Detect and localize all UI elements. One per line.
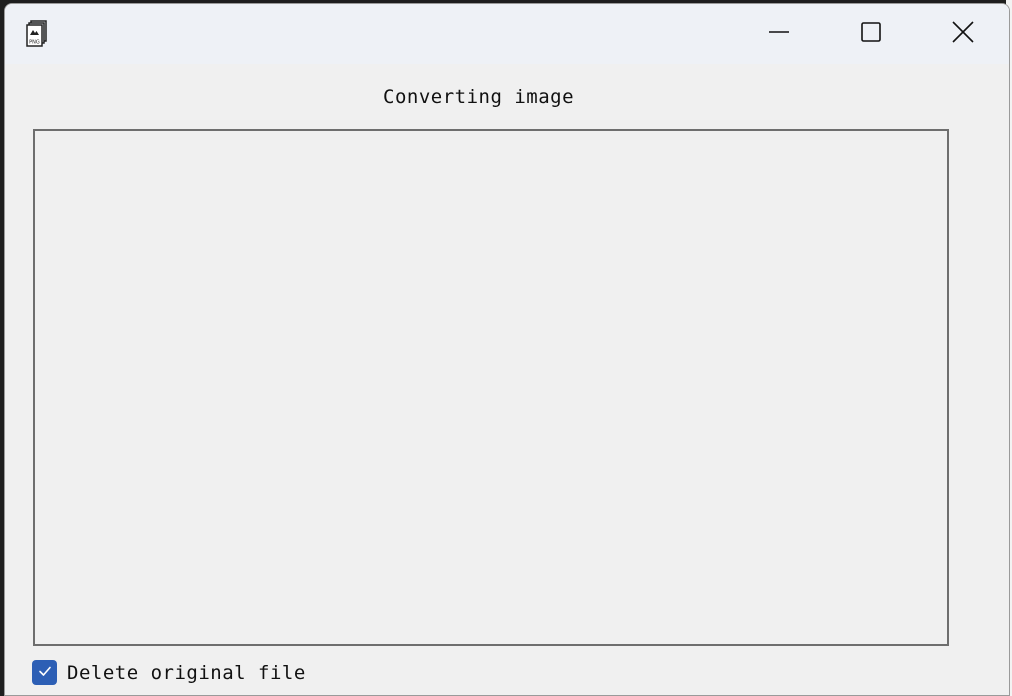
close-button[interactable] [917,4,1009,64]
image-preview-area [33,129,949,646]
minimize-icon [768,21,790,47]
page-title: Converting image [383,86,575,108]
delete-original-option[interactable]: Delete original file [32,660,306,685]
minimize-button[interactable] [733,4,825,64]
maximize-icon [860,21,882,47]
delete-original-checkbox[interactable] [32,660,57,685]
main-content: Converting image Delete original file [5,64,1009,695]
converter-window: PNG Converting image Delete original fil… [4,3,1010,696]
delete-original-label: Delete original file [67,661,306,684]
title-bar[interactable]: PNG [5,4,1009,64]
png-file-icon: PNG [25,20,49,47]
maximize-button[interactable] [825,4,917,64]
checkmark-icon [37,663,53,683]
close-icon [951,20,975,48]
svg-text:PNG: PNG [29,40,40,46]
